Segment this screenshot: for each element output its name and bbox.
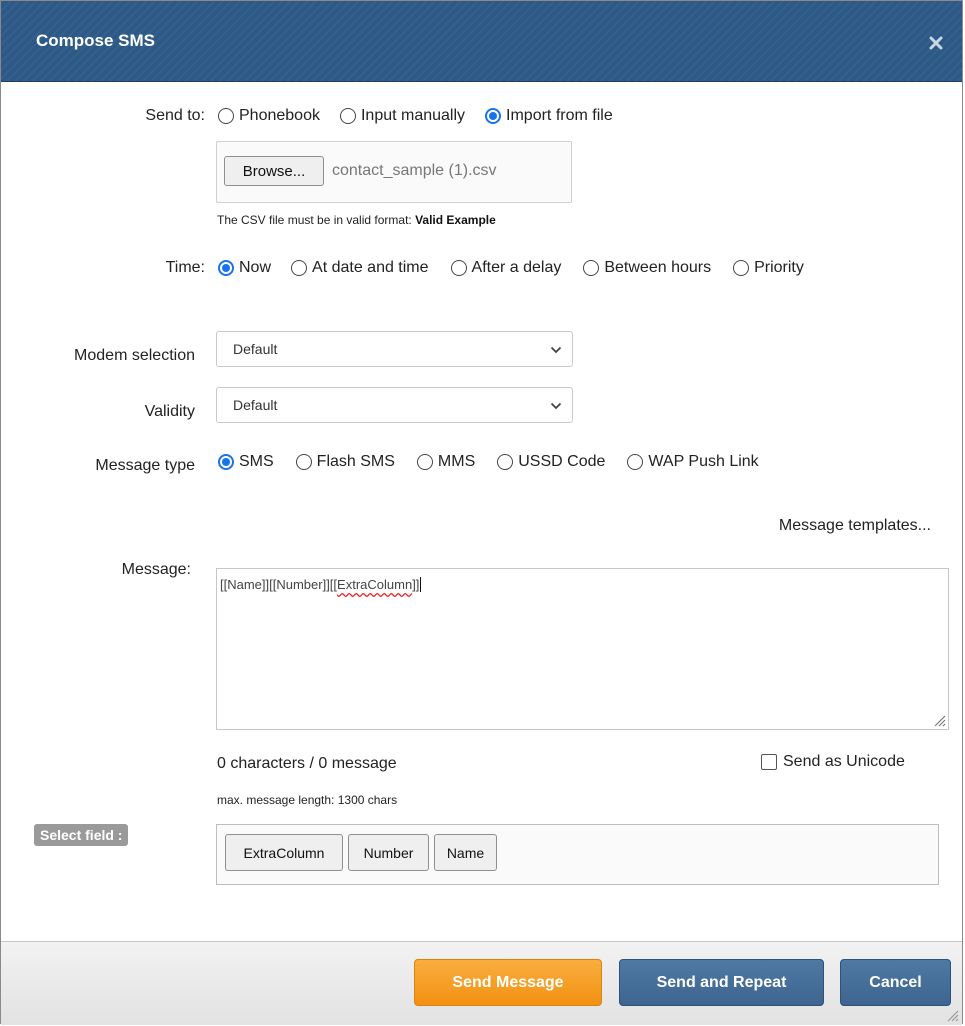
type-flash-sms-label: Flash SMS	[316, 453, 395, 470]
message-text-part: ]]	[412, 577, 420, 592]
validity-dropdown[interactable]: Default	[216, 387, 573, 423]
cancel-button[interactable]: Cancel	[840, 959, 951, 1006]
radio-after-delay[interactable]	[450, 260, 467, 276]
valid-example-link[interactable]: Valid Example	[415, 213, 496, 227]
send-to-radio-group: Phonebook Input manually Import from fil…	[218, 107, 631, 125]
message-label: Message:	[121, 561, 191, 578]
close-icon[interactable]	[928, 35, 944, 51]
type-mms-label: MMS	[437, 453, 476, 470]
radio-sms[interactable]	[218, 454, 234, 470]
csv-format-note: The CSV file must be in valid format: Va…	[217, 213, 496, 227]
time-priority-label: Priority	[754, 259, 804, 276]
radio-import-from-file[interactable]	[485, 108, 502, 124]
time-between-label: Between hours	[604, 259, 712, 276]
message-textarea[interactable]: [[Name]][[Number]][[ExtraColumn]]	[216, 568, 949, 730]
type-wap-option[interactable]: WAP Push Link	[627, 453, 759, 471]
validity-value: Default	[233, 397, 278, 413]
message-text: [[Name]][[Number]][[ExtraColumn]]	[220, 577, 422, 592]
radio-between-hours[interactable]	[583, 260, 600, 276]
time-now-label: Now	[239, 259, 272, 276]
field-button-extracolumn[interactable]: ExtraColumn	[225, 834, 343, 871]
send-to-import-option[interactable]: Import from file	[485, 107, 613, 125]
time-between-option[interactable]: Between hours	[583, 259, 711, 277]
radio-input-manually[interactable]	[339, 108, 356, 124]
selected-filename: contact_sample (1).csv	[332, 162, 497, 179]
time-date-label: At date and time	[312, 259, 429, 276]
file-picker: Browse... contact_sample (1).csv	[216, 141, 572, 203]
time-radio-group: Now At date and time After a delay Betwe…	[218, 259, 804, 277]
send-to-manual-label: Input manually	[360, 107, 466, 124]
time-priority-option[interactable]: Priority	[733, 259, 804, 277]
type-flash-sms-option[interactable]: Flash SMS	[295, 453, 395, 471]
radio-ussd-code[interactable]	[497, 454, 514, 470]
time-now-option[interactable]: Now	[218, 259, 271, 277]
field-button-name[interactable]: Name	[434, 834, 497, 871]
field-buttons-container: ExtraColumn Number Name	[216, 824, 939, 885]
send-to-label: Send to:	[145, 107, 205, 124]
message-text-part: [[Name]][[Number]][[	[220, 577, 338, 592]
dialog-title-bar[interactable]: Compose SMS	[1, 1, 962, 82]
message-templates-link[interactable]: Message templates...	[779, 517, 931, 535]
max-length-note: max. message length: 1300 chars	[217, 793, 398, 807]
modem-selection-dropdown[interactable]: Default	[216, 331, 573, 367]
send-as-unicode-option[interactable]: Send as Unicode	[761, 753, 905, 771]
resize-grip-icon[interactable]	[945, 1008, 959, 1022]
dialog-footer: Send Message Send and Repeat Cancel	[1, 941, 962, 1025]
time-date-option[interactable]: At date and time	[291, 259, 429, 277]
resize-grip-icon[interactable]	[932, 713, 946, 727]
character-counter: 0 characters / 0 message	[217, 755, 397, 772]
radio-priority[interactable]	[733, 260, 750, 276]
radio-now[interactable]	[218, 260, 234, 276]
send-as-unicode-checkbox[interactable]	[761, 754, 777, 770]
select-field-label: Select field :	[34, 824, 129, 846]
time-delay-option[interactable]: After a delay	[450, 259, 562, 277]
type-ussd-option[interactable]: USSD Code	[497, 453, 605, 471]
message-type-label: Message type	[95, 457, 195, 474]
message-text-misspelled: ExtraColumn	[337, 577, 413, 592]
dialog-title: Compose SMS	[36, 31, 156, 50]
browse-button[interactable]: Browse...	[224, 156, 324, 186]
send-to-manual-option[interactable]: Input manually	[339, 107, 466, 125]
type-wap-label: WAP Push Link	[648, 453, 759, 470]
send-as-unicode-label: Send as Unicode	[783, 753, 905, 770]
message-type-radio-group: SMS Flash SMS MMS USSD Code WAP Push Lin…	[218, 453, 759, 471]
compose-sms-dialog: Compose SMS Send to: Phonebook Input man…	[0, 0, 963, 1025]
type-ussd-label: USSD Code	[518, 453, 606, 470]
send-message-button[interactable]: Send Message	[414, 959, 602, 1006]
radio-mms[interactable]	[416, 454, 433, 470]
send-and-repeat-button[interactable]: Send and Repeat	[619, 959, 824, 1006]
radio-wap-push-link[interactable]	[627, 454, 644, 470]
modem-selection-value: Default	[233, 341, 278, 357]
type-sms-label: SMS	[239, 453, 274, 470]
send-to-phonebook-option[interactable]: Phonebook	[218, 107, 320, 125]
modem-selection-label: Modem selection	[74, 347, 195, 364]
time-delay-label: After a delay	[471, 259, 562, 276]
send-to-import-label: Import from file	[506, 107, 613, 124]
type-mms-option[interactable]: MMS	[416, 453, 476, 471]
type-sms-option[interactable]: SMS	[218, 453, 274, 471]
radio-at-date-and-time[interactable]	[291, 260, 308, 276]
time-label: Time:	[165, 259, 205, 276]
radio-flash-sms[interactable]	[295, 454, 312, 470]
chevron-down-icon	[550, 346, 562, 354]
chevron-down-icon	[550, 402, 562, 410]
csv-note-text: The CSV file must be in valid format:	[217, 213, 416, 227]
send-to-phonebook-label: Phonebook	[239, 107, 320, 124]
validity-label: Validity	[144, 403, 195, 420]
field-button-number[interactable]: Number	[348, 834, 429, 871]
text-caret	[420, 577, 422, 592]
radio-phonebook[interactable]	[218, 108, 234, 124]
